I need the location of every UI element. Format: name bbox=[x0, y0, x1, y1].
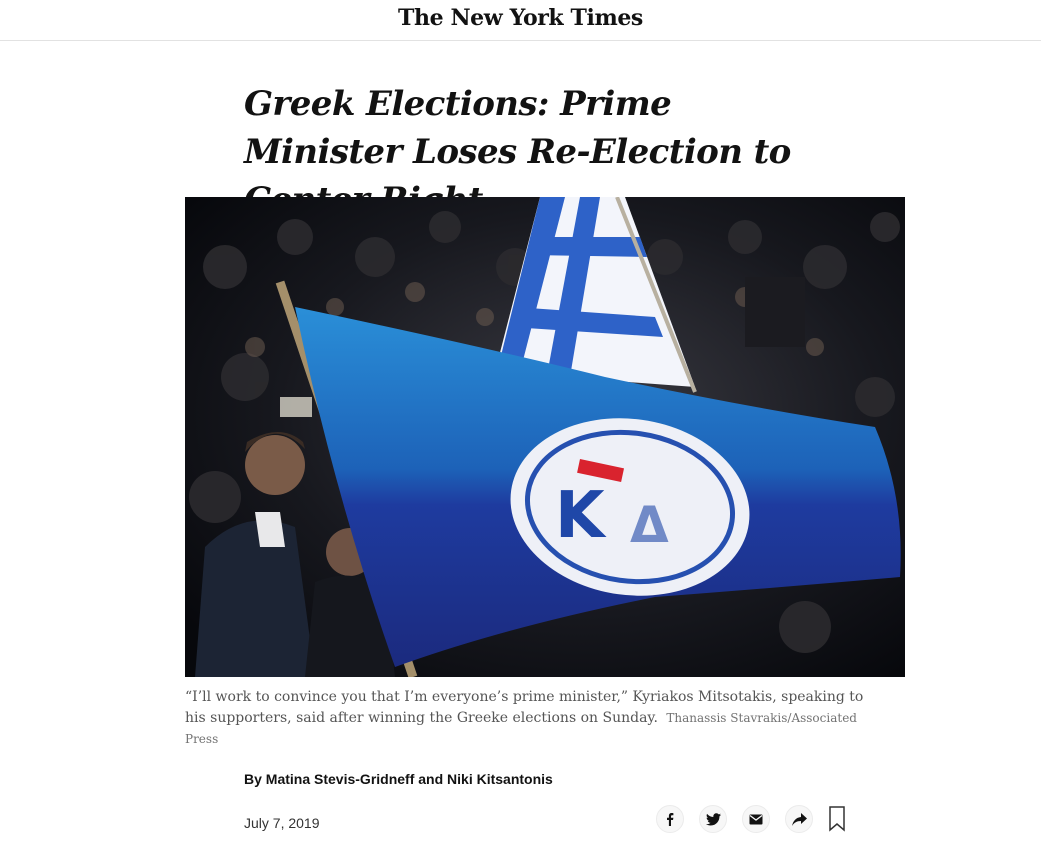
facebook-share-button[interactable] bbox=[656, 805, 684, 833]
lead-photo: K Δ bbox=[185, 197, 905, 677]
save-bookmark-button[interactable] bbox=[828, 806, 846, 832]
nyt-logo[interactable]: The New York Times bbox=[0, 5, 1041, 31]
email-share-button[interactable] bbox=[742, 805, 770, 833]
email-icon bbox=[749, 814, 763, 824]
photo-caption: “I’ll work to convince you that I’m ever… bbox=[185, 687, 885, 750]
more-share-button[interactable] bbox=[785, 805, 813, 833]
publish-date: July 7, 2019 bbox=[244, 815, 320, 831]
facebook-icon bbox=[667, 813, 674, 826]
twitter-share-button[interactable] bbox=[699, 805, 727, 833]
share-icon bbox=[791, 812, 807, 826]
bookmark-icon bbox=[829, 806, 845, 832]
masthead: The New York Times bbox=[0, 0, 1041, 41]
twitter-icon bbox=[705, 812, 721, 825]
svg-text:K: K bbox=[555, 479, 607, 553]
byline[interactable]: By Matina Stevis-Gridneff and Niki Kitsa… bbox=[244, 771, 553, 787]
svg-text:Δ: Δ bbox=[630, 496, 669, 554]
